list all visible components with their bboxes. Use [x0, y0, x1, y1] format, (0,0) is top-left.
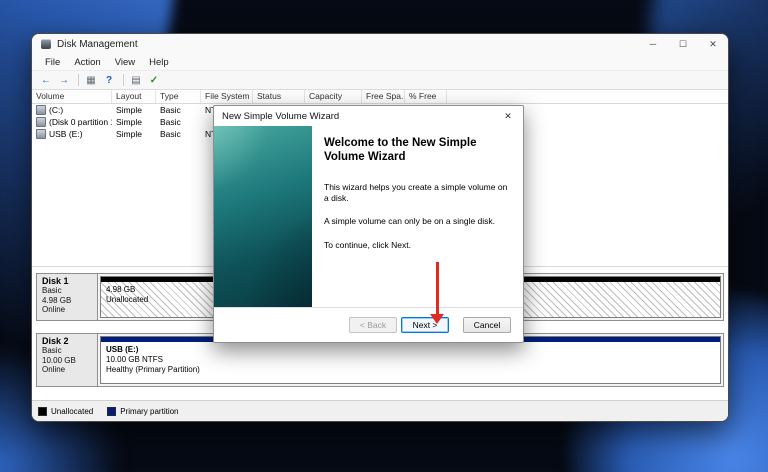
- col-percentfree[interactable]: % Free: [405, 90, 447, 103]
- toolbar-separator: [123, 74, 124, 86]
- partition-size: 10.00 GB NTFS: [106, 355, 200, 365]
- col-volume[interactable]: Volume: [32, 90, 112, 103]
- wizard-body: Welcome to the New Simple Volume Wizard …: [214, 126, 523, 307]
- back-icon[interactable]: ←: [38, 73, 54, 87]
- wizard-heading: Welcome to the New Simple Volume Wizard: [324, 136, 509, 164]
- back-button[interactable]: < Back: [349, 317, 397, 333]
- disk-name: Disk 1: [42, 276, 97, 286]
- disk-bus: Basic: [42, 346, 97, 356]
- volume-name: (Disk 0 partition 1): [49, 117, 112, 127]
- legend-label: Primary partition: [120, 407, 178, 416]
- unallocated-swatch: [38, 407, 47, 416]
- menu-bar: File Action View Help: [32, 54, 728, 71]
- primary-swatch: [107, 407, 116, 416]
- col-layout[interactable]: Layout: [112, 90, 156, 103]
- disk-name: Disk 2: [42, 336, 97, 346]
- legend-label: Unallocated: [51, 407, 93, 416]
- legend-primary-partition: Primary partition: [107, 407, 178, 416]
- minimize-button[interactable]: ─: [638, 34, 668, 54]
- col-freespace[interactable]: Free Spa...: [362, 90, 405, 103]
- partition-size: 4.98 GB: [106, 285, 148, 295]
- close-button[interactable]: ✕: [698, 34, 728, 54]
- wizard-paragraph: To continue, click Next.: [324, 240, 509, 251]
- volume-name: (C:): [49, 105, 63, 115]
- maximize-button[interactable]: ☐: [668, 34, 698, 54]
- partition-status: Unallocated: [106, 295, 148, 305]
- toolbar: ← → ▦ ? ▤ ✓: [32, 71, 728, 90]
- volume-type: Basic: [156, 117, 201, 127]
- menu-help[interactable]: Help: [142, 57, 176, 68]
- disk-size: 10.00 GB: [42, 356, 97, 366]
- cancel-button[interactable]: Cancel: [463, 317, 511, 333]
- partition-status: Healthy (Primary Partition): [106, 365, 200, 375]
- window-controls: ─ ☐ ✕: [638, 34, 728, 54]
- volume-icon: [36, 117, 46, 127]
- volume-icon: [36, 105, 46, 115]
- col-status[interactable]: Status: [253, 90, 305, 103]
- volume-icon: [36, 129, 46, 139]
- wizard-close-button[interactable]: ✕: [493, 106, 523, 126]
- volume-type: Basic: [156, 105, 201, 115]
- volume-layout: Simple: [112, 117, 156, 127]
- list-header: Volume Layout Type File System Status Ca…: [32, 90, 728, 104]
- wizard-banner-image: [214, 126, 312, 307]
- forward-icon[interactable]: →: [56, 73, 72, 87]
- disk-status: Online: [42, 305, 97, 315]
- wizard-content: Welcome to the New Simple Volume Wizard …: [312, 126, 523, 307]
- disk-management-icon: [41, 39, 51, 49]
- wizard-title-bar[interactable]: New Simple Volume Wizard ✕: [214, 106, 523, 126]
- help-icon[interactable]: ?: [101, 73, 117, 87]
- disk-size: 4.98 GB: [42, 296, 97, 306]
- volume-type: Basic: [156, 129, 201, 139]
- new-simple-volume-wizard: New Simple Volume Wizard ✕ Welcome to th…: [213, 105, 524, 343]
- col-type[interactable]: Type: [156, 90, 201, 103]
- disk-bus: Basic: [42, 286, 97, 296]
- partition-title: USB (E:): [106, 345, 200, 355]
- console-tree-icon[interactable]: ▦: [83, 73, 99, 87]
- disk2-primary-partition[interactable]: USB (E:) 10.00 GB NTFS Healthy (Primary …: [100, 336, 721, 384]
- wizard-paragraph: This wizard helps you create a simple vo…: [324, 182, 509, 203]
- properties-icon[interactable]: ▤: [128, 73, 144, 87]
- legend-bar: Unallocated Primary partition: [32, 400, 728, 421]
- menu-view[interactable]: View: [108, 57, 142, 68]
- volume-layout: Simple: [112, 105, 156, 115]
- window-title: Disk Management: [57, 39, 138, 50]
- wizard-title: New Simple Volume Wizard: [222, 111, 339, 122]
- legend-unallocated: Unallocated: [38, 407, 93, 416]
- wizard-paragraph: A simple volume can only be on a single …: [324, 216, 509, 227]
- next-button[interactable]: Next >: [401, 317, 449, 333]
- wizard-button-bar: < Back Next > Cancel: [214, 307, 523, 342]
- title-bar[interactable]: Disk Management ─ ☐ ✕: [32, 34, 728, 54]
- disk-status: Online: [42, 365, 97, 375]
- toolbar-separator: [78, 74, 79, 86]
- col-capacity[interactable]: Capacity: [305, 90, 362, 103]
- disk2-label[interactable]: Disk 2 Basic 10.00 GB Online: [36, 333, 98, 387]
- desktop: Disk Management ─ ☐ ✕ File Action View H…: [0, 0, 768, 472]
- volume-name: USB (E:): [49, 129, 83, 139]
- menu-file[interactable]: File: [38, 57, 67, 68]
- disk1-label[interactable]: Disk 1 Basic 4.98 GB Online: [36, 273, 98, 321]
- menu-action[interactable]: Action: [67, 57, 107, 68]
- volume-layout: Simple: [112, 129, 156, 139]
- col-filesystem[interactable]: File System: [201, 90, 253, 103]
- check-icon[interactable]: ✓: [146, 73, 162, 87]
